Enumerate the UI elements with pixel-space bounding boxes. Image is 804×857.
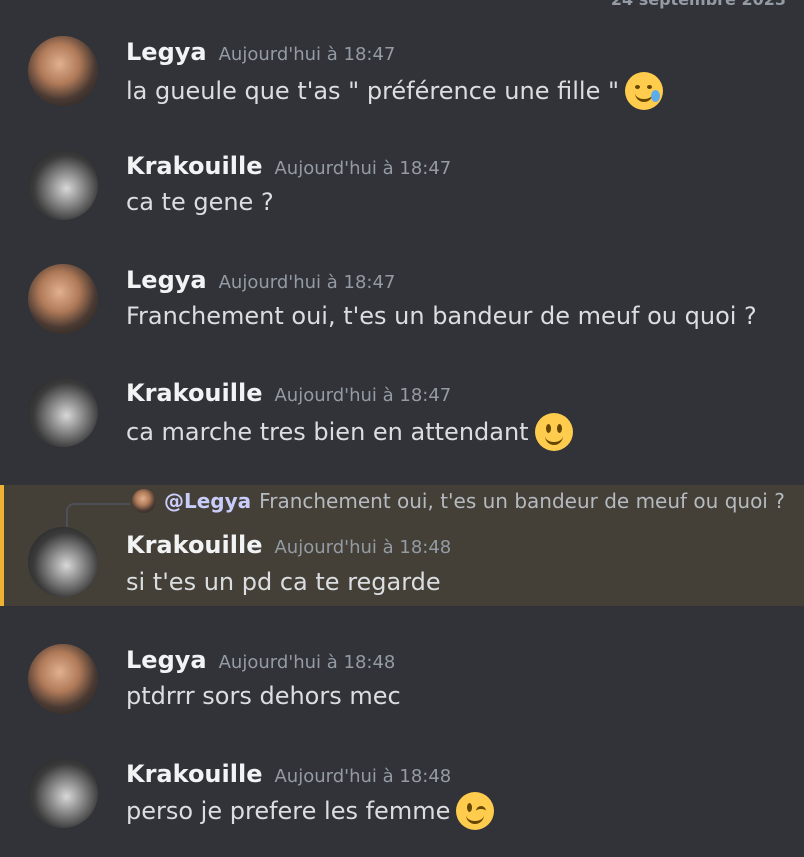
reply-avatar	[132, 489, 156, 513]
timestamp: Aujourd'hui à 18:47	[274, 385, 452, 406]
author-name[interactable]: Legya	[126, 38, 207, 66]
author-name[interactable]: Legya	[126, 646, 207, 674]
timestamp: Aujourd'hui à 18:47	[274, 158, 452, 179]
author-name[interactable]: Krakouille	[126, 531, 262, 559]
message-text: perso je prefere les femme	[126, 797, 451, 825]
avatar[interactable]	[28, 527, 98, 597]
message-item: Krakouille Aujourd'hui à 18:47 ca te gene…	[0, 144, 804, 244]
avatar[interactable]	[28, 644, 98, 714]
date-divider: 24 septembre 2023	[611, 0, 786, 9]
avatar[interactable]	[28, 758, 98, 828]
message-item: Krakouille Aujourd'hui à 18:47 ca marche …	[0, 371, 804, 471]
message-text: Franchement oui, t'es un bandeur de meuf…	[126, 302, 757, 330]
avatar[interactable]	[28, 36, 98, 106]
author-name[interactable]: Legya	[126, 266, 207, 294]
message-text: ca marche tres bien en attendant	[126, 418, 529, 446]
author-name[interactable]: Krakouille	[126, 379, 262, 407]
timestamp: Aujourd'hui à 18:47	[218, 272, 396, 293]
message-item-highlighted: @Legya Franchement oui, t'es un bandeur …	[0, 485, 804, 606]
avatar[interactable]	[28, 264, 98, 334]
timestamp: Aujourd'hui à 18:48	[274, 766, 452, 787]
message-item: Krakouille Aujourd'hui à 18:48 perso je p…	[0, 752, 804, 852]
crying-face-emoji-icon	[625, 72, 664, 110]
winking-face-emoji-icon	[456, 792, 495, 830]
message-text: ca te gene ?	[126, 188, 274, 216]
reply-text: Franchement oui, t'es un bandeur de meuf…	[259, 489, 785, 513]
author-name[interactable]: Krakouille	[126, 760, 262, 788]
timestamp: Aujourd'hui à 18:47	[218, 44, 396, 65]
avatar[interactable]	[28, 150, 98, 220]
author-name[interactable]: Krakouille	[126, 152, 262, 180]
timestamp: Aujourd'hui à 18:48	[274, 537, 452, 558]
reply-preview[interactable]: @Legya Franchement oui, t'es un bandeur …	[132, 489, 785, 513]
message-item: Legya Aujourd'hui à 18:47 Franchement oui…	[0, 258, 804, 358]
message-item: Legya Aujourd'hui à 18:47 la gueule que t…	[0, 30, 804, 130]
slightly-smiling-face-emoji-icon	[534, 413, 573, 451]
timestamp: Aujourd'hui à 18:48	[218, 652, 396, 673]
message-text: si t'es un pd ca te regarde	[126, 568, 441, 596]
reply-mention[interactable]: @Legya	[164, 489, 251, 513]
avatar[interactable]	[28, 377, 98, 447]
message-text: la gueule que t'as " préférence une fill…	[126, 77, 620, 105]
reply-connector	[66, 503, 130, 527]
message-item: Legya Aujourd'hui à 18:48 ptdrrr sors deh…	[0, 638, 804, 738]
message-text: ptdrrr sors dehors mec	[126, 682, 401, 710]
